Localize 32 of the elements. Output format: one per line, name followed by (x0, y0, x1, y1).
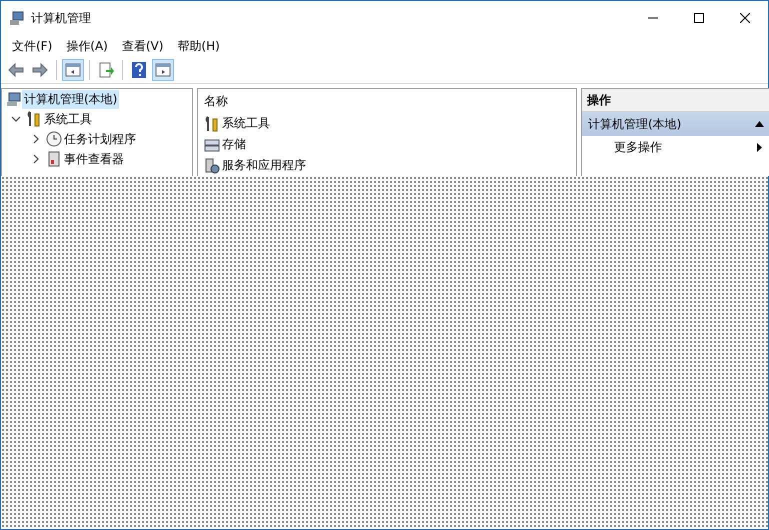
tools-icon (26, 111, 42, 127)
services-icon (204, 158, 220, 174)
menu-item[interactable]: 操作(A) (59, 38, 115, 54)
list-item[interactable]: 存储 (220, 135, 248, 154)
collapsed-chevron-icon[interactable] (31, 154, 41, 164)
list-item[interactable]: 系统工具 (220, 114, 272, 133)
computer-icon (6, 91, 22, 107)
collapsed-chevron-icon[interactable] (31, 134, 41, 144)
menu-item[interactable]: 文件(F) (5, 38, 60, 54)
console-tree-button[interactable] (62, 59, 84, 81)
action-item[interactable]: 更多操作 (582, 136, 769, 158)
list-item[interactable]: 服务和应用程序 (220, 156, 308, 175)
maximize-icon (694, 13, 704, 23)
actions-group-header[interactable]: 计算机管理(本地) (582, 112, 769, 136)
tree-item[interactable]: 系统工具 (42, 110, 94, 128)
tree-item[interactable]: 计算机管理(本地) (22, 90, 120, 108)
close-icon (740, 13, 750, 23)
tree-item[interactable]: 事件查看器 (62, 150, 126, 168)
app-icon (9, 10, 25, 26)
tree-item[interactable]: 任务计划程序 (62, 130, 138, 148)
submenu-triangle-icon (757, 142, 762, 152)
expanded-chevron-icon[interactable] (11, 114, 21, 124)
action-pane-button[interactable] (152, 59, 174, 81)
window-title: 计算机管理 (31, 10, 92, 26)
actions-title: 操作 (582, 89, 769, 112)
column-header[interactable]: 名称 (198, 89, 576, 113)
log-icon (46, 151, 62, 167)
clock-icon (46, 131, 62, 147)
menu-item[interactable]: 查看(V) (114, 38, 170, 54)
menu-item[interactable]: 帮助(H) (170, 38, 227, 54)
storage-icon (204, 136, 220, 152)
tools-icon (204, 116, 220, 132)
